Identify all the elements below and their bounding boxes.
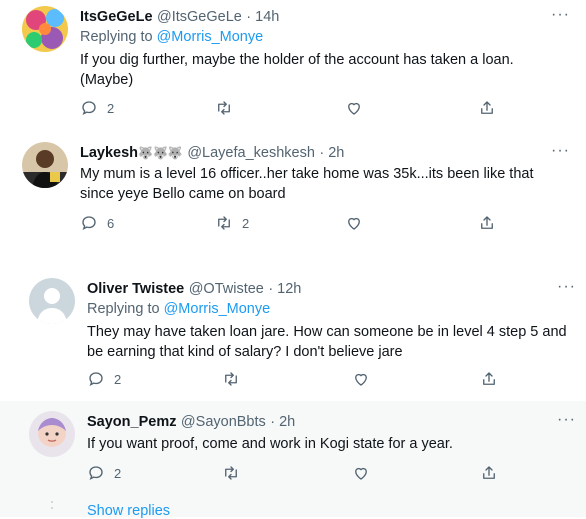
retweet-icon xyxy=(218,101,230,115)
tweet-text-line: since yeye Bello came on board xyxy=(80,186,286,202)
tweet-laykesh[interactable]: Laykesh🐺🐺🐺 @Layefa_keshkesh · 2h ··· My … xyxy=(0,132,586,256)
reply-icon xyxy=(82,216,96,230)
share-icon xyxy=(481,101,493,114)
timestamp[interactable]: · 14h xyxy=(246,9,279,25)
like-button[interactable] xyxy=(352,464,370,482)
share-icon xyxy=(483,466,495,479)
tweet-text-line: They may have taken loan jare. How can s… xyxy=(87,324,567,340)
timestamp[interactable]: · 2h xyxy=(270,414,295,430)
user-handle[interactable]: @ItsGeGeLe xyxy=(157,9,242,25)
reply-count: 2 xyxy=(114,371,122,387)
name-emoji: 🐺🐺🐺 xyxy=(138,146,183,160)
reply-button[interactable]: 2 xyxy=(87,464,121,482)
avatar[interactable] xyxy=(22,142,68,188)
like-button[interactable] xyxy=(345,99,363,117)
more-icon[interactable]: ··· xyxy=(557,411,576,429)
like-button[interactable] xyxy=(352,370,370,388)
reply-icon xyxy=(89,466,103,480)
reply-count: 6 xyxy=(107,215,115,231)
retweet-count: 2 xyxy=(242,215,250,231)
tweet-actions: 6 2 xyxy=(0,214,586,236)
tweet-text: If you want proof, come and work in Kogi… xyxy=(87,434,453,454)
like-icon xyxy=(348,102,360,115)
retweet-icon xyxy=(225,466,237,480)
replying-to-label: Replying to xyxy=(87,301,160,317)
avatar[interactable] xyxy=(22,6,68,52)
retweet-icon xyxy=(225,372,237,386)
more-icon[interactable]: ··· xyxy=(551,142,570,160)
tweet-itsgegele[interactable]: ItsGeGeLe @ItsGeGeLe · 14h ··· Replying … xyxy=(0,0,586,132)
replying-to: Replying to @Morris_Monye xyxy=(80,29,263,45)
tweet-actions: 2 xyxy=(0,370,586,392)
mention-link[interactable]: @Morris_Monye xyxy=(157,29,264,45)
user-handle[interactable]: @Layefa_keshkesh xyxy=(187,145,315,161)
replying-to-label: Replying to xyxy=(80,29,153,45)
tweet-sayon-pemz[interactable]: Sayon_Pemz @SayonBbts · 2h ··· If you wa… xyxy=(0,401,586,519)
retweet-button[interactable]: 2 xyxy=(215,214,249,232)
retweet-button[interactable] xyxy=(215,99,242,117)
retweet-icon xyxy=(218,216,230,230)
more-icon[interactable]: ··· xyxy=(557,278,576,296)
like-icon xyxy=(355,373,367,386)
display-name[interactable]: Oliver Twistee xyxy=(87,281,184,297)
share-icon xyxy=(481,216,493,229)
timestamp[interactable]: · 12h xyxy=(268,281,301,297)
reply-icon xyxy=(89,372,103,386)
tweet-text: They may have taken loan jare. How can s… xyxy=(87,322,567,362)
display-name[interactable]: Laykesh xyxy=(80,145,138,161)
retweet-button[interactable] xyxy=(222,370,249,388)
tweet-text: If you dig further, maybe the holder of … xyxy=(80,50,514,90)
reply-count: 2 xyxy=(107,100,115,116)
tweet-text: My mum is a level 16 officer..her take h… xyxy=(80,164,533,204)
avatar[interactable] xyxy=(29,411,75,457)
share-icon xyxy=(483,372,495,385)
tweet-actions: 2 xyxy=(0,464,586,486)
thread-connector-dot xyxy=(51,501,53,503)
share-button[interactable] xyxy=(480,370,498,388)
reply-count: 2 xyxy=(114,465,122,481)
tweet-text-line: be earning that kind of salary? I don't … xyxy=(87,344,403,360)
like-icon xyxy=(348,217,360,230)
reply-button[interactable]: 2 xyxy=(80,99,114,117)
share-button[interactable] xyxy=(480,464,498,482)
avatar[interactable] xyxy=(29,278,75,324)
reply-button[interactable]: 2 xyxy=(87,370,121,388)
like-button[interactable] xyxy=(345,214,363,232)
tweet-oliver-twistee[interactable]: Oliver Twistee @OTwistee · 12h ··· Reply… xyxy=(0,266,586,400)
more-icon[interactable]: ··· xyxy=(551,6,570,24)
tweet-text-line: If you dig further, maybe the holder of … xyxy=(80,52,514,68)
retweet-button[interactable] xyxy=(222,464,249,482)
display-name[interactable]: ItsGeGeLe xyxy=(80,9,153,25)
thread-connector-dot xyxy=(51,507,53,509)
tweet-text-line: My mum is a level 16 officer..her take h… xyxy=(80,166,534,182)
tweet-text-line: (Maybe) xyxy=(80,72,134,88)
timestamp[interactable]: · 2h xyxy=(319,145,344,161)
reply-icon xyxy=(82,101,96,115)
mention-link[interactable]: @Morris_Monye xyxy=(164,301,271,317)
user-handle[interactable]: @SayonBbts xyxy=(181,414,266,430)
tweet-text-line: If you want proof, come and work in Kogi… xyxy=(87,436,453,452)
user-handle[interactable]: @OTwistee xyxy=(189,281,264,297)
display-name[interactable]: Sayon_Pemz xyxy=(87,414,176,430)
like-icon xyxy=(355,467,367,480)
share-button[interactable] xyxy=(478,99,496,117)
reply-button[interactable]: 6 xyxy=(80,214,114,232)
share-button[interactable] xyxy=(478,214,496,232)
tweet-actions: 2 xyxy=(0,99,586,121)
replying-to: Replying to @Morris_Monye xyxy=(87,301,270,317)
